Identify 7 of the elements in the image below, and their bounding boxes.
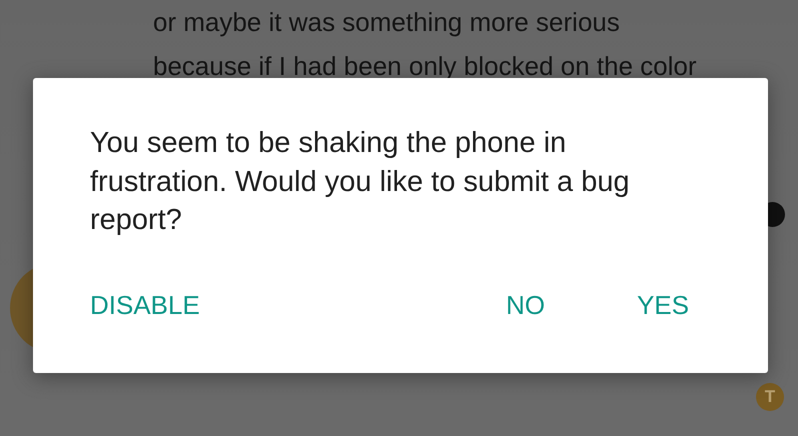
body-text-line: because if I had been only blocked on the color: [153, 50, 698, 83]
dialog-button[interactable]: YES: [636, 290, 689, 320]
avatar-badge[interactable]: T: [756, 383, 784, 411]
dialog-button[interactable]: DISABLE: [90, 290, 200, 320]
body-text-line: or maybe it was something more serious: [153, 6, 621, 39]
dialog-message: You seem to be shaking the phone in frustration. Would you like to submit a bug report?: [90, 126, 630, 238]
dialog-button[interactable]: NO: [506, 290, 545, 320]
